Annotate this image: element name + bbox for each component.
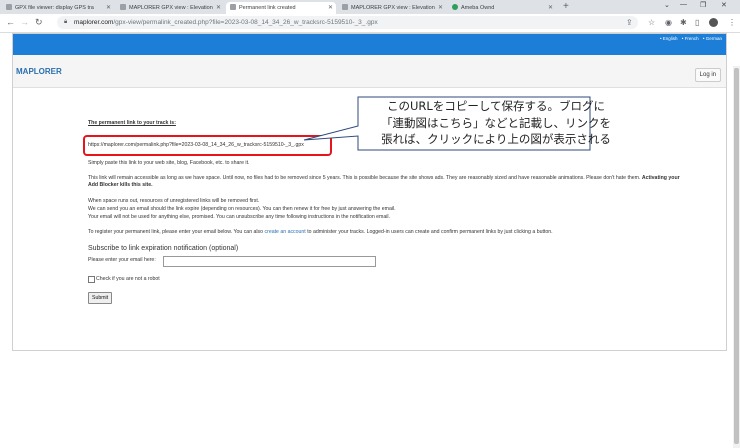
tab-favicon-icon [452, 4, 458, 10]
space-notice-3: Your email will not be used for anything… [88, 214, 391, 220]
register-instruction: To register your permanent link, please … [88, 229, 553, 235]
lock-icon[interactable]: 🔒︎ [64, 16, 67, 29]
forward-arrow-icon[interactable]: → [20, 17, 29, 27]
site-header: MAPLORER Log in [13, 55, 726, 88]
scrollbar-thumb[interactable] [734, 68, 739, 444]
lang-english-link[interactable]: • English [660, 36, 678, 41]
tab-maplorer-elevation-1[interactable]: MAPLORER GPX view : Elevation ✕ [116, 2, 224, 14]
sidebar-icon[interactable]: ▯ [695, 18, 699, 27]
tab-favicon-icon [6, 4, 12, 10]
robot-checkbox-label: Check if you are not a robot [96, 276, 160, 282]
login-button[interactable]: Log in [694, 68, 721, 82]
permalink-url[interactable]: https://maplorer.com/permalink.php?file=… [88, 142, 304, 148]
tab-close-icon[interactable]: ✕ [438, 2, 443, 14]
annotation-text: このURLをコピーして保存する。ブログに 「連動図はこちら」などと記載し、リンク… [381, 99, 611, 146]
subscribe-heading: Subscribe to link expiration notificatio… [88, 245, 239, 252]
minimize-icon[interactable]: — [680, 1, 687, 8]
tab-close-icon[interactable]: ✕ [106, 2, 111, 14]
tab-maplorer-elevation-2[interactable]: MAPLORER GPX view : Elevation ✕ [338, 2, 446, 14]
extensions-icon[interactable]: ✱ [680, 18, 687, 27]
page-scrollbar[interactable] [733, 66, 740, 448]
back-arrow-icon[interactable]: ← [6, 17, 15, 27]
tab-ameba-ownd[interactable]: Ameba Ownd ✕ [448, 2, 556, 14]
submit-button[interactable]: Submit [88, 292, 113, 304]
email-label: Please enter your email here: [88, 257, 156, 263]
restore-icon[interactable]: ❐ [700, 1, 706, 9]
lang-german-link[interactable]: • German [703, 36, 722, 41]
tab-permanent-link[interactable]: Permanent link created ✕ [226, 2, 336, 14]
menu-dots-icon[interactable]: ⋮ [728, 18, 736, 27]
browser-toolbar: ← → ↻ 🔒︎ maplorer.com/gpx-view/permalink… [0, 14, 740, 33]
language-bar: • English • French • German [13, 34, 726, 55]
tab-favicon-icon [120, 4, 126, 10]
email-field[interactable] [163, 256, 376, 267]
robot-checkbox[interactable] [88, 276, 95, 283]
share-instruction: Simply paste this link to your web site,… [88, 160, 250, 166]
new-tab-icon[interactable]: + [563, 1, 569, 12]
tab-close-icon[interactable]: ✕ [548, 2, 553, 14]
lang-french-link[interactable]: • French [682, 36, 699, 41]
address-bar[interactable]: 🔒︎ maplorer.com/gpx-view/permalink_creat… [57, 16, 638, 29]
create-account-link[interactable]: create an account [265, 229, 306, 235]
ghost-extension-icon[interactable]: ◉ [665, 18, 672, 27]
tab-gpx-viewer[interactable]: GPX file viewer: display GPS tra ✕ [2, 2, 114, 14]
share-icon[interactable]: ⇪ [626, 18, 633, 27]
space-notice-1: When space runs out, resources of unregi… [88, 198, 260, 204]
space-notice-2: We can send you an email should the link… [88, 206, 396, 212]
tab-close-icon[interactable]: ✕ [216, 2, 221, 14]
site-content: • English • French • German MAPLORER Log… [12, 33, 727, 351]
page-viewport: • English • French • German MAPLORER Log… [0, 33, 740, 448]
retention-notice: This link will remain accessible as long… [88, 175, 680, 181]
tab-search-chevron-icon[interactable]: ⌄ [664, 1, 670, 9]
star-icon[interactable]: ☆ [648, 18, 655, 27]
adblock-notice: Add Blocker kills this site. [88, 182, 153, 188]
reload-icon[interactable]: ↻ [35, 17, 43, 28]
site-logo[interactable]: MAPLORER [16, 67, 62, 76]
close-window-icon[interactable]: ✕ [721, 1, 727, 9]
language-links: • English • French • German [657, 36, 722, 41]
browser-tab-strip: GPX file viewer: display GPS tra ✕ MAPLOR… [0, 0, 740, 14]
avatar[interactable] [709, 18, 718, 27]
tab-favicon-icon [230, 4, 236, 10]
tab-close-icon[interactable]: ✕ [328, 2, 333, 14]
address-url[interactable]: maplorer.com/gpx-view/permalink_created.… [74, 16, 378, 29]
permalink-heading: The permanent link to your track is: [88, 120, 176, 126]
tab-favicon-icon [342, 4, 348, 10]
